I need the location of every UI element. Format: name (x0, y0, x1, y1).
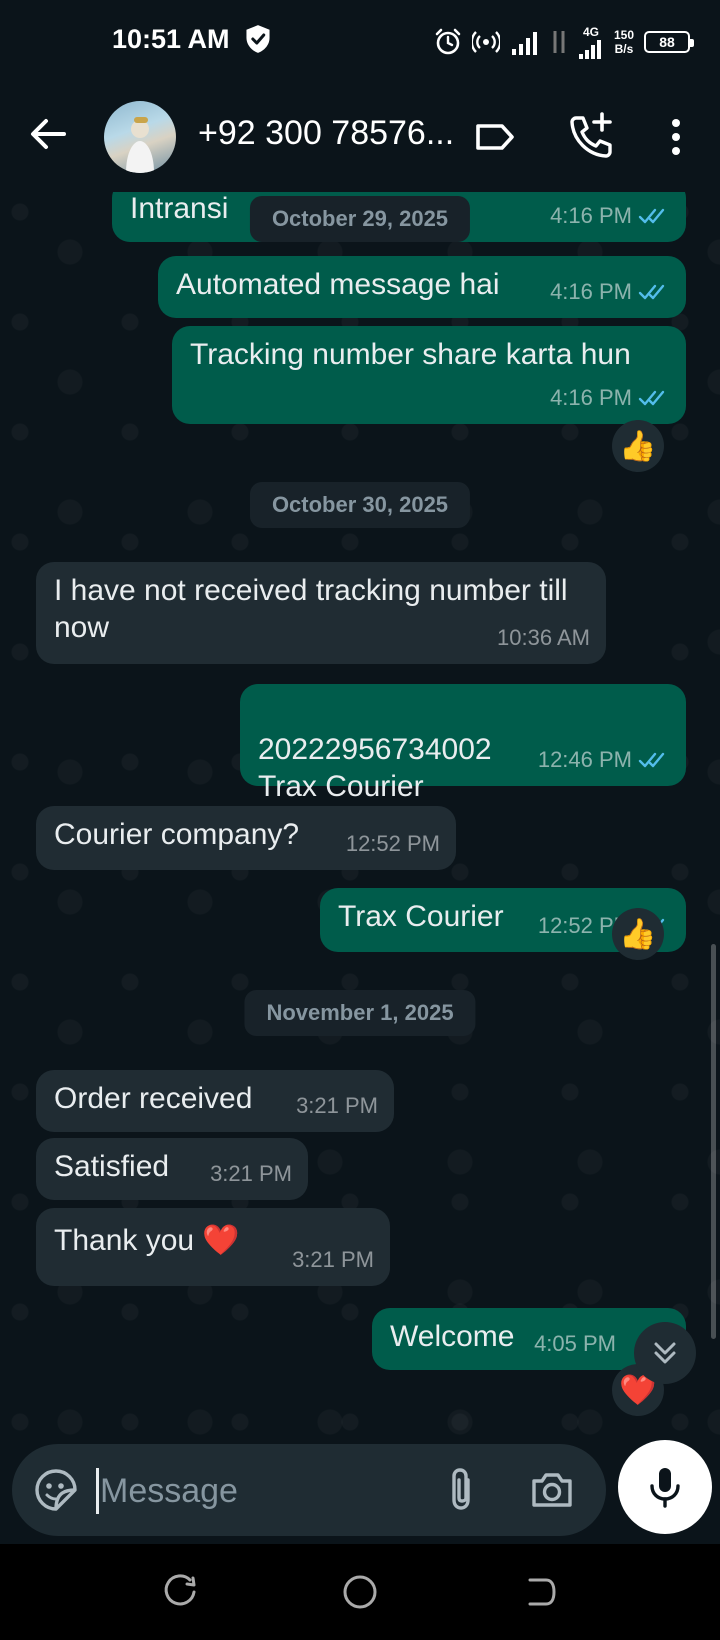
reaction-thumbs-up[interactable]: 👍 (612, 908, 664, 960)
back-nav-icon[interactable] (520, 1572, 560, 1612)
contact-avatar[interactable] (104, 101, 176, 173)
message-incoming[interactable]: Thank you ❤️ 3:21 PM (36, 1208, 390, 1286)
more-options-icon[interactable] (656, 112, 696, 162)
message-text: Welcome (390, 1320, 515, 1353)
message-input[interactable] (100, 1464, 400, 1518)
chat-header: +92 300 78576... (0, 82, 720, 192)
status-time: 10:51 AM (112, 24, 230, 54)
system-nav-bar (0, 1544, 720, 1640)
data-arrows-icon (553, 31, 565, 53)
message-time: 10:36 AM (497, 625, 590, 650)
network-type-label: 4G (582, 25, 599, 39)
voice-message-button[interactable] (618, 1440, 712, 1534)
message-meta: 12:52 PM (346, 825, 440, 862)
date-separator: October 30, 2025 (249, 482, 471, 528)
message-outgoing[interactable]: Tracking number share karta hun 4:16 PM (172, 326, 686, 424)
message-text: I have not received tracking number till… (54, 574, 568, 644)
message-text: 20222956734002 Trax Courier (258, 733, 492, 803)
message-time: 4:05 PM (534, 1331, 616, 1356)
signal-icon-2 (578, 40, 601, 59)
message-text: Trax Courier (338, 900, 504, 933)
camera-icon[interactable] (528, 1466, 576, 1514)
message-text: Order received (54, 1082, 253, 1115)
message-outgoing[interactable]: 20222956734002 Trax Courier 12:46 PM (240, 684, 686, 803)
message-meta: 12:46 PM (538, 741, 670, 778)
message-time: 3:21 PM (210, 1161, 292, 1186)
add-call-icon[interactable] (566, 110, 616, 160)
message-text: Satisfied (54, 1150, 170, 1183)
text-cursor (96, 1468, 99, 1514)
battery-level: 88 (659, 34, 675, 50)
message-meta: 4:05 PM (534, 1325, 616, 1362)
read-ticks-icon (638, 208, 665, 223)
message-meta: 4:16 PM (550, 273, 670, 310)
hotspot-icon (471, 31, 500, 53)
read-ticks-icon (638, 284, 665, 299)
read-ticks-icon (638, 752, 665, 767)
read-ticks-icon (638, 390, 665, 405)
double-chevron-down-icon (654, 1342, 676, 1364)
paperclip-icon[interactable] (442, 1466, 482, 1514)
message-text: Intransi (130, 192, 229, 225)
message-text: Courier company? (54, 818, 300, 851)
message-time: 12:52 PM (345, 831, 440, 856)
message-text: Thank you ❤️ (54, 1224, 240, 1257)
message-incoming[interactable]: Courier company? 12:52 PM (36, 806, 456, 870)
message-time: 4:16 PM (550, 279, 632, 304)
signal-icon-1 (511, 32, 537, 55)
scrollbar[interactable] (711, 944, 716, 1339)
message-meta: 10:36 AM (497, 619, 590, 656)
message-composer[interactable] (12, 1444, 606, 1536)
sticker-icon[interactable] (32, 1466, 80, 1514)
scroll-to-bottom-button[interactable] (634, 1322, 696, 1384)
network-speed: 150 B/s (614, 28, 634, 56)
shield-icon (246, 25, 270, 53)
message-text: Automated message hai (176, 268, 500, 301)
recents-icon[interactable] (160, 1572, 200, 1612)
alarm-icon (435, 28, 461, 55)
home-icon[interactable] (340, 1572, 380, 1612)
back-arrow-icon[interactable] (24, 110, 72, 158)
network-speed-unit: B/s (614, 42, 634, 56)
network-speed-value: 150 (613, 28, 634, 42)
message-incoming[interactable]: I have not received tracking number till… (36, 562, 606, 664)
message-meta: 3:21 PM (296, 1087, 378, 1124)
message-meta: 4:16 PM (550, 379, 670, 416)
date-separator: October 29, 2025 (249, 196, 471, 242)
message-time: 12:46 PM (537, 747, 632, 772)
network-type: 4G (578, 25, 604, 59)
message-meta: 3:21 PM (210, 1155, 292, 1192)
compose-bar (0, 1440, 720, 1540)
reaction-thumbs-up[interactable]: 👍 (612, 420, 664, 472)
message-meta: 3:21 PM (292, 1241, 374, 1278)
mic-icon (650, 1468, 680, 1508)
message-time: 4:16 PM (550, 385, 632, 410)
message-incoming[interactable]: Satisfied 3:21 PM (36, 1138, 308, 1200)
message-time: 3:21 PM (292, 1247, 374, 1272)
chat-messages[interactable]: Intransi 4:16 PM October 29, 2025 Automa… (0, 192, 720, 1440)
contact-name[interactable]: +92 300 78576... (198, 114, 458, 153)
message-incoming[interactable]: Order received 3:21 PM (36, 1070, 394, 1132)
message-time: 4:16 PM (550, 203, 632, 228)
label-icon[interactable] (470, 112, 520, 162)
message-outgoing[interactable]: Automated message hai 4:16 PM (158, 256, 686, 318)
message-text: Tracking number share karta hun (190, 338, 631, 371)
message-time: 3:21 PM (296, 1093, 378, 1118)
date-separator: November 1, 2025 (244, 990, 476, 1036)
status-bar: 10:51 AM 4G 150 B/s 88 (0, 0, 720, 82)
status-icons: 4G 150 B/s 88 (434, 20, 694, 64)
battery-icon: 88 (644, 31, 694, 53)
message-meta: 4:16 PM (550, 197, 670, 234)
